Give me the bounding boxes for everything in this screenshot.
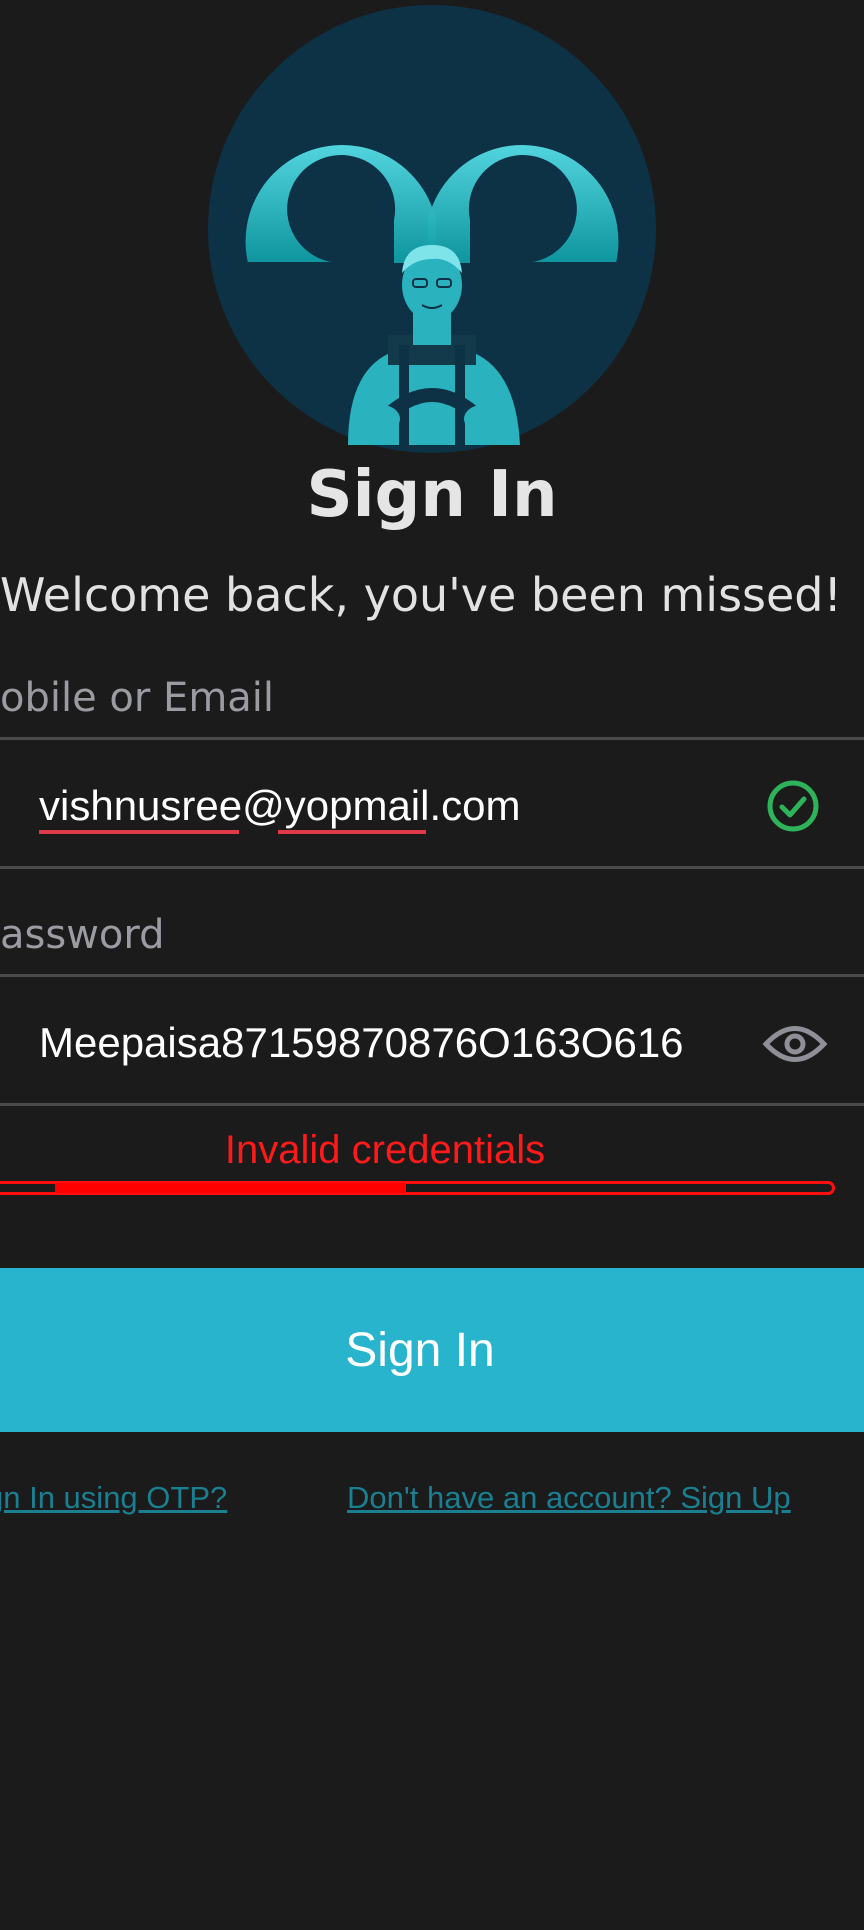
sign-in-button[interactable]: Sign In	[0, 1268, 864, 1432]
password-field-label: assword	[0, 912, 165, 958]
otp-sign-in-link[interactable]: gn In using OTP?	[0, 1480, 227, 1516]
password-input[interactable]: Meepaisa87159870876O163O616	[39, 1019, 684, 1067]
page-title: Sign In	[306, 458, 558, 532]
eye-icon[interactable]	[762, 1019, 828, 1069]
error-message: Invalid credentials	[224, 1128, 546, 1172]
check-circle-icon	[766, 779, 820, 833]
app-logo	[208, 5, 656, 453]
password-field[interactable]: Meepaisa87159870876O163O616	[0, 974, 864, 1106]
page-subtitle: Welcome back, you've been missed!	[0, 568, 842, 622]
password-strength-fill	[55, 1183, 406, 1193]
email-field-label: obile or Email	[0, 675, 275, 721]
email-field[interactable]: vishnusree@yopmail.com	[0, 737, 864, 869]
sign-up-link[interactable]: Don't have an account? Sign Up	[347, 1480, 791, 1516]
email-input[interactable]: vishnusree@yopmail.com	[39, 782, 521, 836]
